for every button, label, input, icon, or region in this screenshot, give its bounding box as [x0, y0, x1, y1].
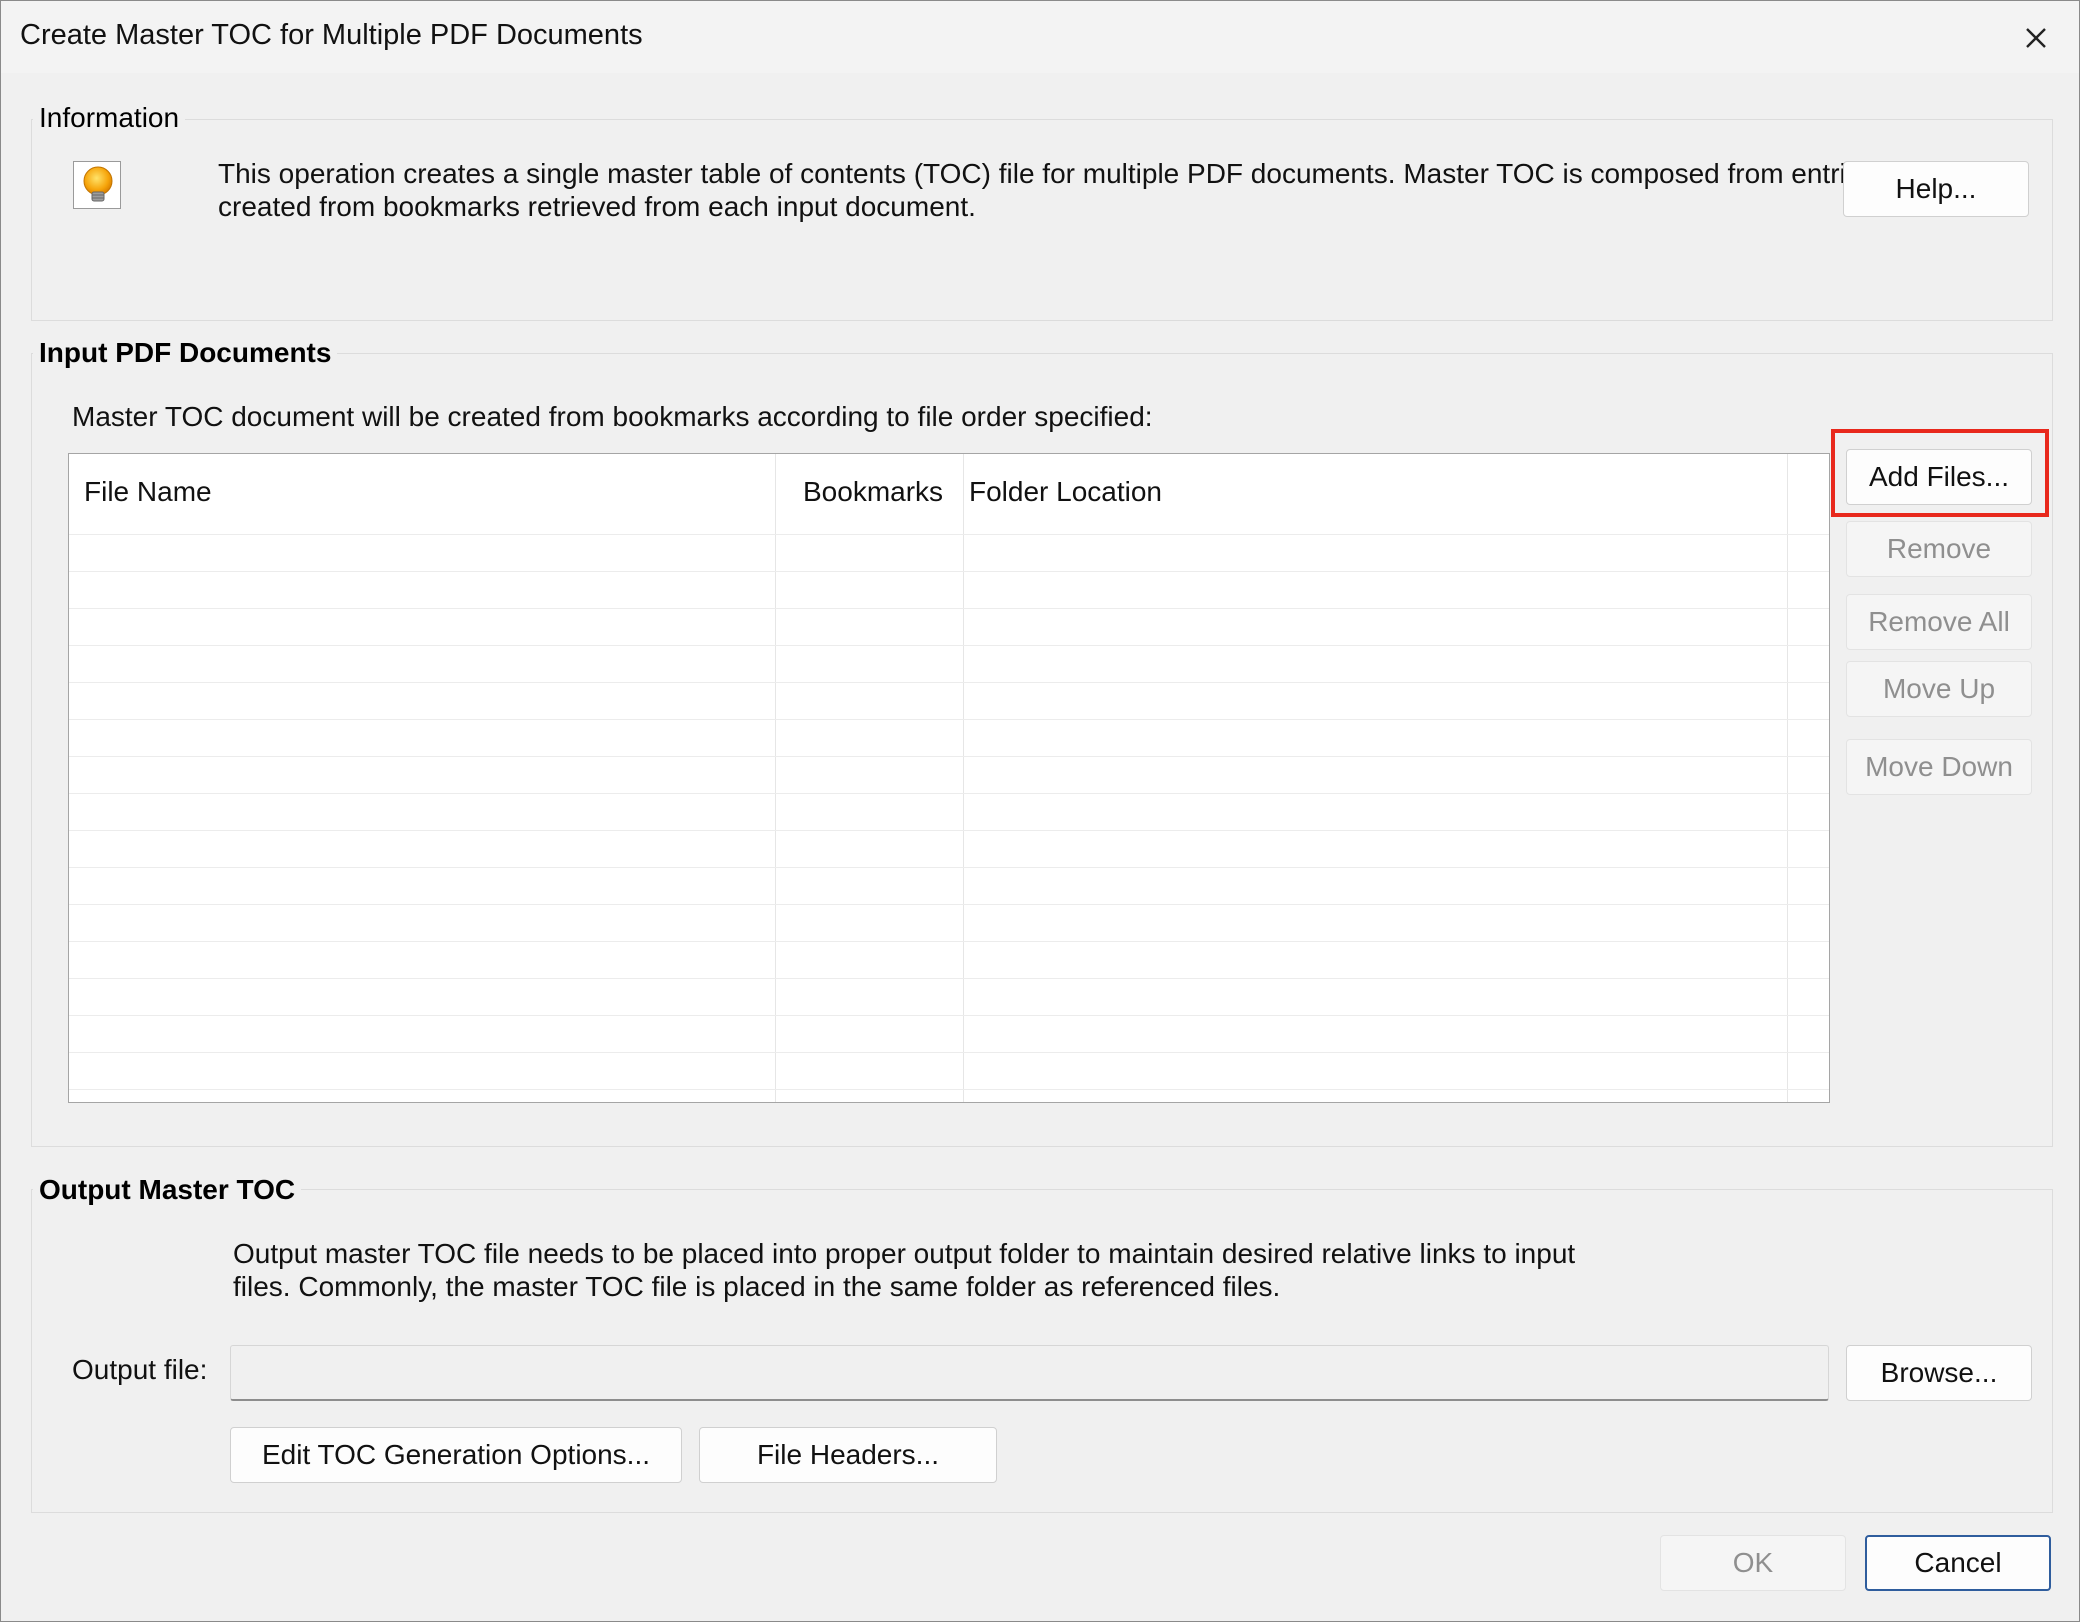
table-row[interactable] [69, 941, 1829, 978]
output-file-input[interactable] [230, 1345, 1829, 1401]
help-button[interactable]: Help... [1843, 161, 2029, 217]
row-divider [69, 534, 1829, 535]
table-row[interactable] [69, 608, 1829, 645]
row-divider [69, 941, 1829, 942]
row-divider [69, 793, 1829, 794]
file-headers-button[interactable]: File Headers... [699, 1427, 997, 1483]
close-icon [2026, 28, 2046, 48]
table-row[interactable] [69, 682, 1829, 719]
table-row[interactable] [69, 793, 1829, 830]
ok-button[interactable]: OK [1660, 1535, 1846, 1591]
output-heading: Output Master TOC [33, 1174, 302, 1206]
table-row[interactable] [69, 756, 1829, 793]
file-list-table[interactable]: File Name Bookmarks Folder Location [68, 453, 1830, 1103]
browse-button[interactable]: Browse... [1846, 1345, 2032, 1401]
input-docs-heading: Input PDF Documents [33, 337, 338, 369]
remove-button[interactable]: Remove [1846, 521, 2032, 577]
table-row[interactable] [69, 1052, 1829, 1089]
table-row[interactable] [69, 1015, 1829, 1052]
title-bar: Create Master TOC for Multiple PDF Docum… [1, 1, 2079, 73]
output-line-1: Output master TOC file needs to be place… [233, 1238, 1576, 1269]
row-divider [69, 756, 1829, 757]
output-file-label: Output file: [72, 1354, 208, 1385]
row-divider [69, 1089, 1829, 1090]
row-divider [69, 1015, 1829, 1016]
row-divider [69, 830, 1829, 831]
row-divider [69, 571, 1829, 572]
column-header-bookmarks[interactable]: Bookmarks [803, 476, 943, 508]
row-divider [69, 682, 1829, 683]
input-docs-instruction: Master TOC document will be created from… [72, 401, 1153, 432]
add-files-button[interactable]: Add Files... [1846, 449, 2032, 505]
information-heading: Information [33, 102, 186, 134]
table-row[interactable] [69, 830, 1829, 867]
column-header-folder-location[interactable]: Folder Location [969, 476, 1162, 508]
information-line-2: created from bookmarks retrieved from ea… [218, 191, 976, 222]
table-row[interactable] [69, 719, 1829, 756]
row-divider [69, 608, 1829, 609]
row-divider [69, 719, 1829, 720]
cancel-button[interactable]: Cancel [1865, 1535, 2051, 1591]
table-row[interactable] [69, 645, 1829, 682]
window-title: Create Master TOC for Multiple PDF Docum… [20, 19, 643, 51]
table-row[interactable] [69, 978, 1829, 1015]
move-up-button[interactable]: Move Up [1846, 661, 2032, 717]
row-divider [69, 904, 1829, 905]
table-row[interactable] [69, 867, 1829, 904]
info-icon-frame [73, 161, 121, 209]
row-divider [69, 978, 1829, 979]
column-header-file-name[interactable]: File Name [84, 476, 212, 508]
edit-toc-options-button[interactable]: Edit TOC Generation Options... [230, 1427, 682, 1483]
move-down-button[interactable]: Move Down [1846, 739, 2032, 795]
row-divider [69, 867, 1829, 868]
dialog-window: Create Master TOC for Multiple PDF Docum… [0, 0, 2080, 1622]
table-header: File Name Bookmarks Folder Location [69, 454, 1829, 534]
table-row[interactable] [69, 904, 1829, 941]
row-divider [69, 1052, 1829, 1053]
output-line-2: files. Commonly, the master TOC file is … [233, 1271, 1281, 1302]
table-row[interactable] [69, 534, 1829, 571]
table-row[interactable] [69, 571, 1829, 608]
close-button[interactable] [2015, 17, 2057, 59]
row-divider [69, 645, 1829, 646]
remove-all-button[interactable]: Remove All [1846, 594, 2032, 650]
lightbulb-icon [83, 166, 113, 202]
information-line-1: This operation creates a single master t… [218, 158, 1876, 189]
